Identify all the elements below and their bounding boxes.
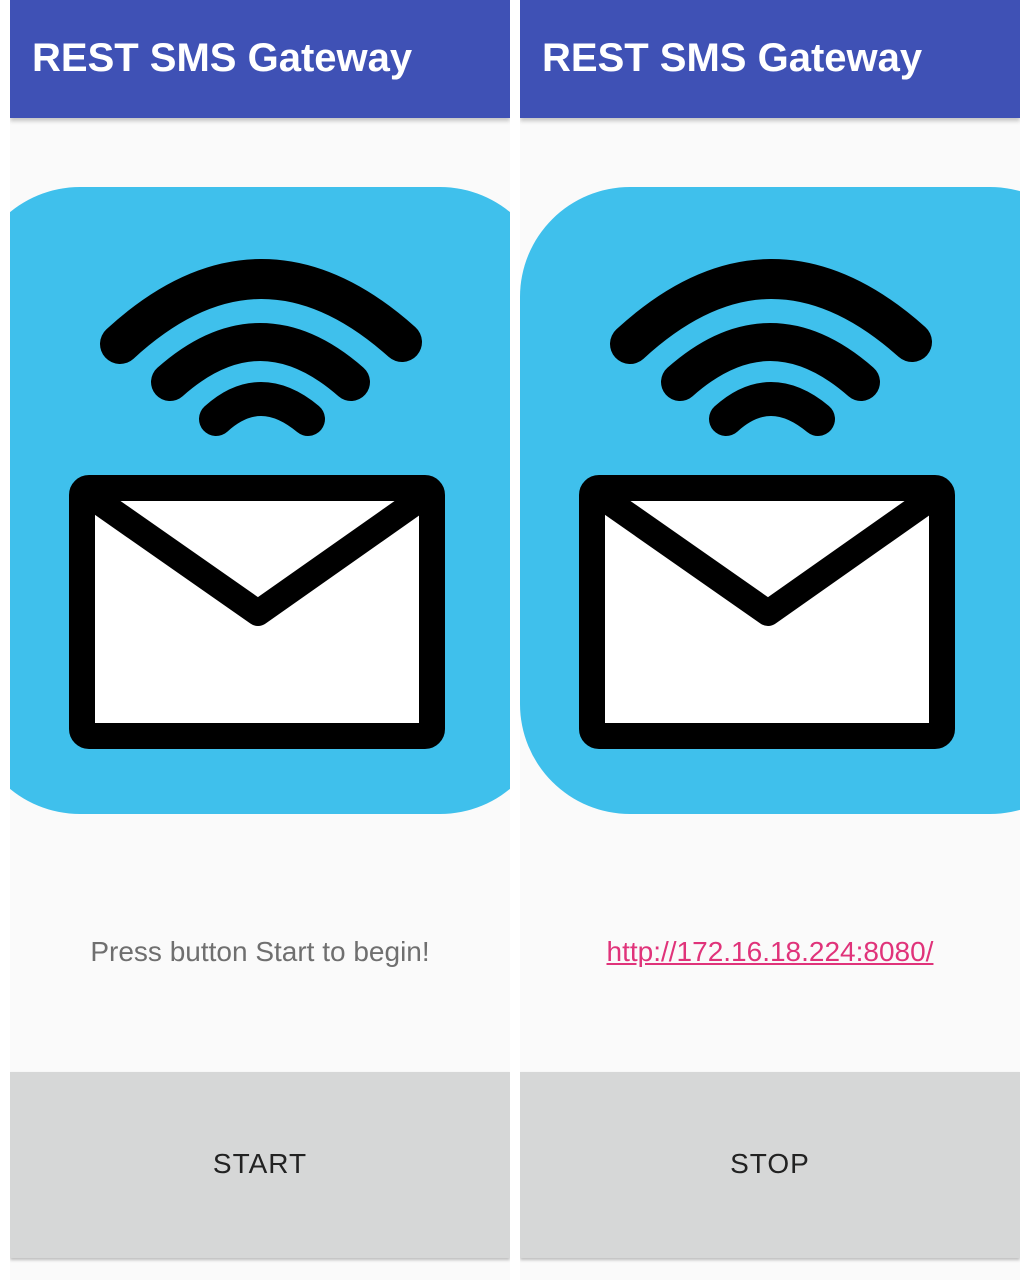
- app-screen-start: REST SMS Gateway Press button Start to b…: [10, 0, 510, 1280]
- app-title: REST SMS Gateway: [32, 36, 413, 80]
- status-message: Press button Start to begin!: [90, 936, 430, 967]
- status-message: http://172.16.18.224:8080/: [520, 936, 1020, 968]
- wifi-envelope-icon: [520, 187, 1020, 814]
- start-button-label: START: [212, 1148, 308, 1179]
- stop-button[interactable]: STOP: [520, 1072, 1020, 1258]
- stop-button-label: STOP: [730, 1148, 810, 1179]
- server-url-link[interactable]: http://172.16.18.224:8080/: [607, 936, 934, 967]
- app-bar: REST SMS Gateway: [520, 0, 1020, 118]
- app-bar: REST SMS Gateway: [10, 0, 510, 118]
- app-title: REST SMS Gateway: [542, 36, 923, 80]
- wifi-envelope-icon: [10, 187, 510, 814]
- start-button[interactable]: START: [10, 1072, 510, 1258]
- app-screen-stop: REST SMS Gateway http://172.16.18.224:80…: [520, 0, 1020, 1280]
